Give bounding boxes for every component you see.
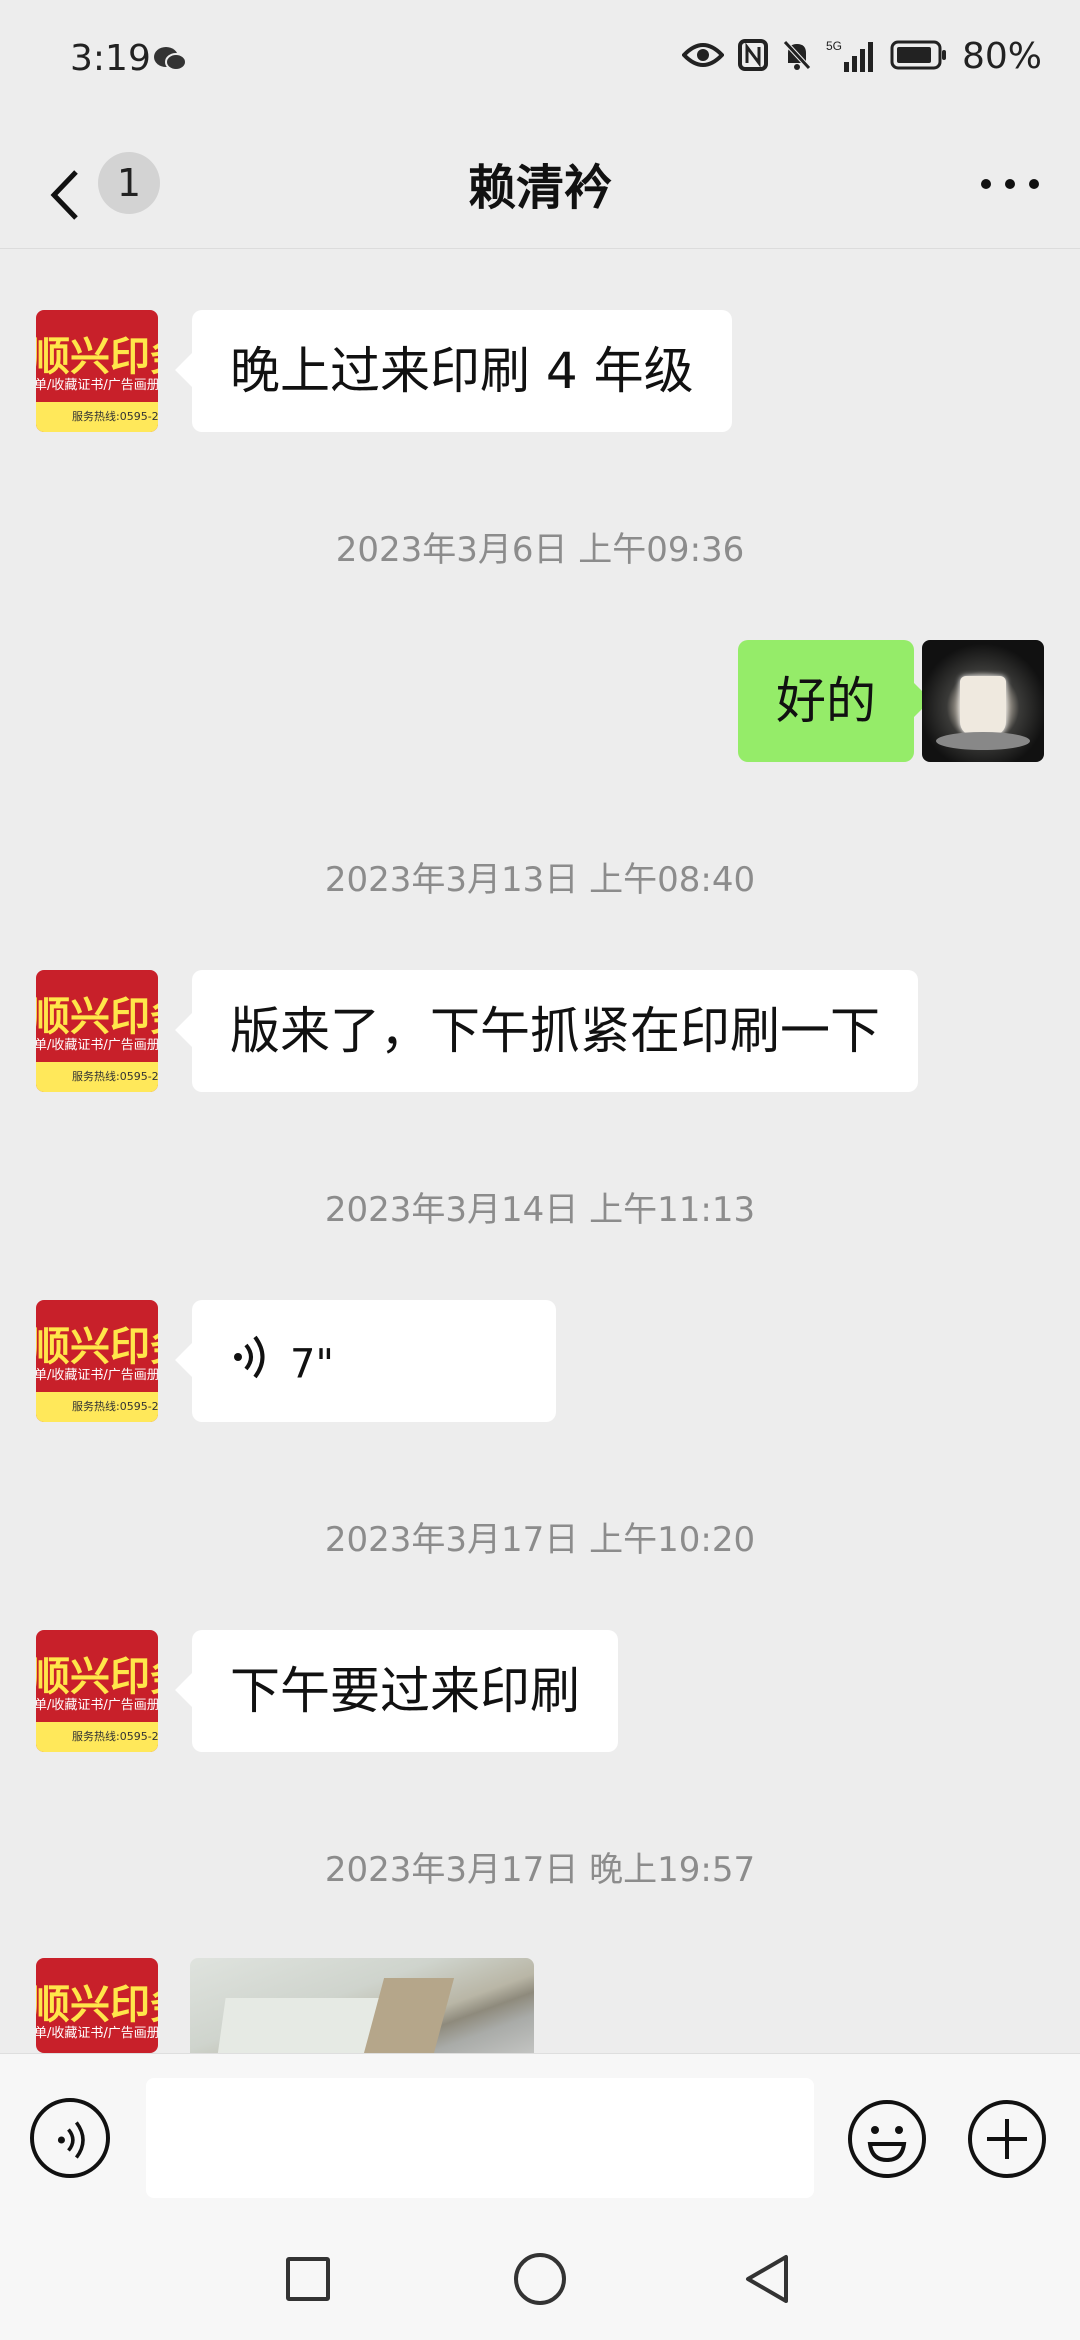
chat-title: 赖清衿: [467, 160, 612, 216]
recents-button[interactable]: [286, 2257, 330, 2301]
more-dots-icon: [981, 179, 1039, 189]
battery-icon: [890, 40, 948, 74]
emoji-icon: [848, 2100, 926, 2178]
emoji-button[interactable]: [846, 2098, 928, 2180]
home-button[interactable]: [514, 2253, 566, 2305]
status-bar: 3:19 5G 80%: [0, 0, 1080, 120]
more-options-button[interactable]: [974, 160, 1046, 208]
nfc-icon: [737, 38, 768, 75]
voice-mode-button[interactable]: [30, 2098, 110, 2178]
avatar-tel-text: 服务热线:0595-27: [72, 410, 158, 423]
message-bubble[interactable]: 晚上过来印刷 4 年级: [192, 310, 732, 432]
message-input[interactable]: [146, 2078, 814, 2198]
message-bubble[interactable]: 版来了，下午抓紧在印刷一下: [192, 970, 918, 1092]
status-time: 3:19: [70, 38, 151, 79]
my-message-bubble[interactable]: 好的: [738, 640, 914, 762]
chat-header: 1 赖清衿: [0, 120, 1080, 249]
voice-duration: 7": [290, 1341, 334, 1388]
mute-bell-icon: [782, 39, 812, 75]
input-bar: [0, 2053, 1080, 2214]
eye-icon: [681, 41, 725, 73]
voice-wave-icon: [230, 1304, 270, 1426]
contact-avatar[interactable]: 顺兴印务 单/收藏证书/广告画册/特: [36, 1958, 158, 2053]
status-icons: 5G 80%: [681, 36, 1042, 77]
message-timestamp: 2023年3月17日 上午10:20: [324, 1520, 756, 1560]
avatar-tel-text: 服务热线:0595-27: [72, 1400, 158, 1413]
message-timestamp: 2023年3月13日 上午08:40: [324, 860, 756, 900]
back-triangle-icon: [746, 2255, 788, 2303]
message-timestamp: 2023年3月17日 晚上19:57: [324, 1850, 756, 1890]
svg-text:5G: 5G: [826, 39, 842, 53]
image-message[interactable]: [190, 1958, 534, 2060]
contact-avatar[interactable]: 顺兴印务 单/收藏证书/广告画册/特 服务热线:0595-27: [36, 1300, 158, 1422]
battery-percent: 80%: [961, 36, 1042, 77]
message-timestamp: 2023年3月14日 上午11:13: [324, 1190, 756, 1230]
my-avatar[interactable]: [922, 640, 1044, 762]
voice-mode-icon: [57, 2121, 85, 2159]
contact-avatar[interactable]: 顺兴印务 单/收藏证书/广告画册/特 服务热线:0595-27: [36, 310, 158, 432]
contact-avatar[interactable]: 顺兴印务 单/收藏证书/广告画册/特 服务热线:0595-27: [36, 1630, 158, 1752]
avatar-tel-text: 服务热线:0595-27: [72, 1730, 158, 1743]
wechat-notification-icon: [152, 44, 188, 78]
avatar-tel-text: 服务热线:0595-27: [72, 1070, 158, 1083]
avatar-sub-text: 单/收藏证书/广告画册/特: [36, 1698, 158, 1713]
avatar-sub-text: 单/收藏证书/广告画册/特: [36, 2026, 158, 2041]
message-timestamp: 2023年3月6日 上午09:36: [335, 530, 745, 570]
contact-avatar[interactable]: 顺兴印务 单/收藏证书/广告画册/特 服务热线:0595-27: [36, 970, 158, 1092]
avatar-sub-text: 单/收藏证书/广告画册/特: [36, 1038, 158, 1053]
system-back-button[interactable]: [744, 2253, 790, 2309]
system-navigation-bar: [0, 2213, 1080, 2340]
signal-icon: 5G: [826, 38, 876, 76]
avatar-sub-text: 单/收藏证书/广告画册/特: [36, 378, 158, 393]
voice-message-bubble[interactable]: 7": [192, 1300, 556, 1422]
avatar-sub-text: 单/收藏证书/广告画册/特: [36, 1368, 158, 1383]
more-actions-button[interactable]: [966, 2098, 1048, 2180]
message-bubble[interactable]: 下午要过来印刷: [192, 1630, 618, 1752]
plus-icon: [968, 2100, 1046, 2178]
